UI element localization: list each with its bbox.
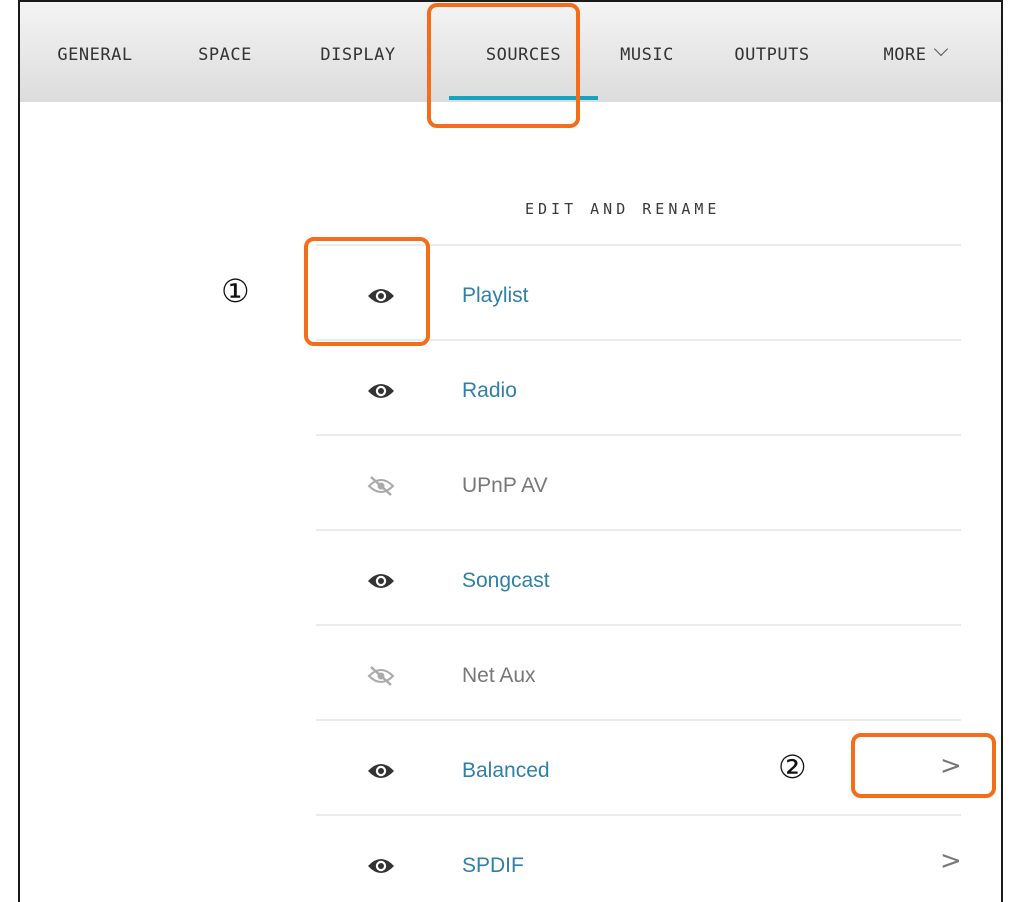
source-label[interactable]: Songcast: [462, 569, 550, 593]
eye-icon[interactable]: [366, 379, 396, 403]
tab-display[interactable]: DISPLAY: [303, 2, 413, 102]
chevron-right-icon[interactable]: >: [940, 751, 962, 781]
settings-panel: GENERAL SPACE DISPLAY SOURCES MUSIC OUTP…: [18, 0, 1003, 902]
chevron-down-icon: [934, 41, 949, 57]
eye-icon[interactable]: [366, 569, 396, 593]
source-label[interactable]: Radio: [462, 379, 517, 403]
section-title: EDIT AND RENAME: [525, 200, 721, 218]
eye-icon[interactable]: [366, 284, 396, 308]
source-row-net-aux[interactable]: Net Aux: [316, 624, 961, 719]
source-row-playlist[interactable]: Playlist: [316, 244, 961, 339]
tab-music[interactable]: MUSIC: [602, 2, 692, 102]
active-tab-indicator: [449, 96, 598, 100]
source-row-upnp-av[interactable]: UPnP AV: [316, 434, 961, 529]
eye-icon[interactable]: [366, 854, 396, 878]
sources-list: Playlist Radio UPnP AV Songcast Net Aux …: [316, 244, 962, 902]
source-row-radio[interactable]: Radio: [316, 339, 961, 434]
eye-off-icon[interactable]: [366, 664, 396, 688]
source-row-songcast[interactable]: Songcast: [316, 529, 961, 624]
source-label[interactable]: Net Aux: [462, 664, 536, 688]
source-label[interactable]: Playlist: [462, 284, 529, 308]
source-row-spdif[interactable]: SPDIF >: [316, 814, 962, 902]
tab-outputs[interactable]: OUTPUTS: [712, 2, 832, 102]
tab-general[interactable]: GENERAL: [40, 2, 150, 102]
chevron-right-icon[interactable]: >: [940, 846, 962, 876]
eye-icon[interactable]: [366, 759, 396, 783]
tab-more[interactable]: MORE: [860, 2, 970, 102]
tab-more-label: MORE: [883, 45, 927, 65]
tab-sources[interactable]: SOURCES: [449, 2, 598, 102]
tab-space[interactable]: SPACE: [180, 2, 270, 102]
source-label[interactable]: Balanced: [462, 759, 550, 783]
source-label[interactable]: SPDIF: [462, 854, 524, 878]
tab-bar: GENERAL SPACE DISPLAY SOURCES MUSIC OUTP…: [20, 2, 1001, 102]
source-row-balanced[interactable]: Balanced >: [316, 719, 962, 814]
annotation-number-2: ②: [778, 748, 807, 786]
source-label[interactable]: UPnP AV: [462, 474, 548, 498]
annotation-number-1: ①: [221, 272, 250, 310]
eye-off-icon[interactable]: [366, 474, 396, 498]
